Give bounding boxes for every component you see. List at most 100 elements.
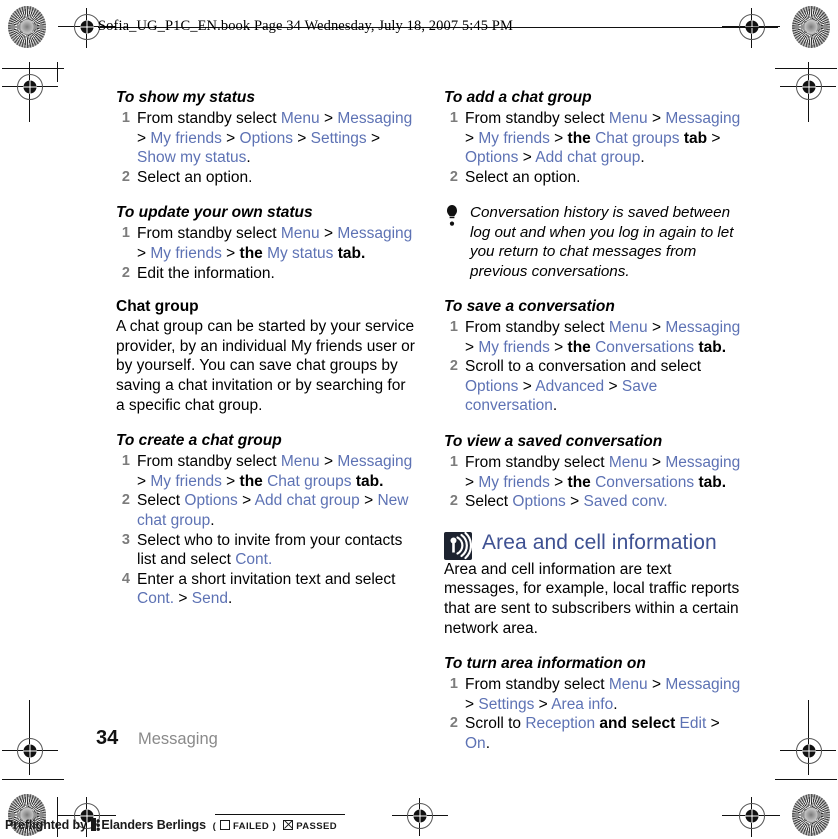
step-text: the — [567, 473, 596, 491]
menu-path-link[interactable]: On — [465, 735, 486, 752]
step-text: From standby select — [465, 676, 609, 694]
step-text: . — [640, 149, 645, 167]
update-own-status-steps: 1 From standby select Menu > Messaging > … — [116, 224, 416, 283]
step-text: Enter a short invitation text and select — [137, 570, 396, 588]
menu-path-link[interactable]: Chat groups — [595, 130, 679, 147]
menu-path-link[interactable]: Menu — [281, 225, 320, 242]
heading-to-turn-area-information-on: To turn area information on — [444, 655, 646, 673]
step-number: 1 — [449, 110, 458, 126]
menu-path-link[interactable]: Messaging — [337, 225, 412, 242]
preflight-failed-close: ) — [272, 821, 277, 832]
heading-to-view-a-saved-conversation: To view a saved conversation — [444, 432, 663, 450]
step-text: > — [465, 338, 479, 356]
menu-path-link[interactable]: Conversations — [595, 339, 694, 356]
failed-checkbox-icon — [219, 820, 230, 830]
menu-path-link[interactable]: Reception — [525, 715, 595, 732]
step-text: the — [567, 338, 596, 356]
menu-path-link[interactable]: Add chat group — [255, 492, 360, 509]
menu-path-link[interactable]: Saved conv. — [583, 493, 667, 510]
step-text: > — [604, 377, 622, 395]
menu-path-link[interactable]: Settings — [478, 696, 534, 713]
step-text: Select — [465, 493, 513, 511]
step-text: . — [227, 590, 233, 608]
menu-path-link[interactable]: Edit — [680, 715, 707, 732]
menu-path-link[interactable]: Options — [465, 378, 518, 395]
menu-path-link[interactable]: Conversations — [595, 474, 694, 491]
step-item: 2 Select Options > Saved conv. — [444, 492, 744, 512]
menu-path-link[interactable]: Options — [240, 130, 293, 147]
menu-path-link[interactable]: Chat groups — [267, 473, 351, 490]
step-item: 2 Select Options > Add chat group > New c… — [116, 491, 416, 530]
menu-path-link[interactable]: Menu — [281, 453, 320, 470]
step-number: 2 — [449, 493, 458, 510]
menu-path-link[interactable]: Send — [192, 590, 228, 607]
menu-path-link[interactable]: My status — [267, 245, 333, 262]
step-text: > — [319, 225, 338, 243]
step-text: > — [319, 453, 338, 471]
step-number: 1 — [449, 319, 458, 335]
step-text: > — [137, 472, 151, 490]
step-text: tab — [679, 129, 708, 147]
paragraph-chat-group-description: A chat group can be started by your serv… — [116, 318, 415, 414]
menu-path-link[interactable]: Messaging — [665, 319, 740, 336]
menu-path-link[interactable]: Settings — [311, 130, 367, 147]
menu-path-link[interactable]: My friends — [478, 339, 550, 356]
step-text: tab. — [694, 338, 727, 356]
chapter-title: Area and cell information — [482, 530, 717, 554]
menu-path-link[interactable]: Messaging — [665, 110, 740, 127]
menu-path-link[interactable]: Advanced — [535, 378, 604, 395]
menu-path-link[interactable]: Messaging — [337, 453, 412, 470]
heading-to-add-a-chat-group: To add a chat group — [444, 89, 592, 106]
menu-path-link[interactable]: Options — [465, 149, 518, 166]
menu-path-link[interactable]: Area info — [551, 696, 613, 713]
step-item: 2 Edit the information. — [116, 264, 416, 284]
step-text: > — [221, 129, 240, 147]
heading-to-show-my-status: To show my status — [116, 89, 255, 106]
menu-path-link[interactable]: Cont. — [235, 551, 272, 568]
menu-path-link[interactable]: My friends — [150, 473, 222, 490]
step-text: > — [221, 244, 240, 262]
menu-path-link[interactable]: Add chat group — [535, 149, 640, 166]
step-number: 1 — [121, 225, 130, 242]
chapter-area-and-cell-information: Area and cell information — [444, 530, 744, 560]
elanders-logo-icon — [90, 818, 101, 831]
preflight-failed-open: ( — [212, 821, 217, 832]
step-text: > — [647, 110, 666, 127]
create-chat-group-steps: 1 From standby select Menu > Messaging > … — [116, 452, 416, 609]
step-item: 1 From standby select Menu > Messaging > … — [444, 675, 744, 714]
step-text: > — [549, 473, 568, 491]
menu-path-link[interactable]: Messaging — [665, 676, 740, 693]
menu-path-link[interactable]: Options — [184, 492, 237, 509]
menu-path-link[interactable]: Menu — [609, 110, 648, 127]
menu-path-link[interactable]: Options — [512, 493, 565, 510]
step-item: 2 Scroll to a conversation and select Opt… — [444, 357, 744, 416]
view-saved-conversation-steps: 1 From standby select Menu > Messaging > … — [444, 453, 744, 512]
menu-path-link[interactable]: Menu — [609, 319, 648, 336]
step-number: 1 — [449, 676, 458, 693]
step-text: > — [518, 149, 536, 167]
menu-path-link[interactable]: My friends — [478, 130, 550, 147]
step-item: 1 From standby select Menu > Messaging > … — [116, 109, 416, 168]
step-text: tab. — [694, 473, 727, 491]
menu-path-link[interactable]: My friends — [150, 130, 222, 147]
menu-path-link[interactable]: Messaging — [665, 454, 740, 471]
heading-to-save-a-conversation: To save a conversation — [444, 298, 615, 315]
broadcast-antenna-icon — [444, 531, 473, 560]
menu-path-link[interactable]: My friends — [150, 245, 222, 262]
preflight-passed-label: PASSED — [296, 821, 338, 832]
menu-path-link[interactable]: Menu — [609, 454, 648, 471]
step-text: > — [366, 129, 380, 147]
menu-path-link[interactable]: Menu — [281, 110, 320, 127]
step-text: the — [239, 244, 268, 262]
menu-path-link[interactable]: Show my status — [137, 149, 246, 166]
step-text: the — [239, 472, 268, 490]
step-text: > — [707, 129, 721, 147]
step-item: 2 Select an option. — [116, 168, 416, 188]
step-item: 1 From standby select Menu > Messaging > … — [444, 109, 744, 168]
step-number: 2 — [121, 264, 130, 281]
preflight-stamp: Preflighted by Elanders Berlings ( FAILE… — [5, 818, 337, 832]
menu-path-link[interactable]: My friends — [478, 474, 550, 491]
menu-path-link[interactable]: Messaging — [337, 110, 412, 127]
menu-path-link[interactable]: Menu — [609, 676, 648, 693]
menu-path-link[interactable]: Cont. — [137, 590, 174, 607]
